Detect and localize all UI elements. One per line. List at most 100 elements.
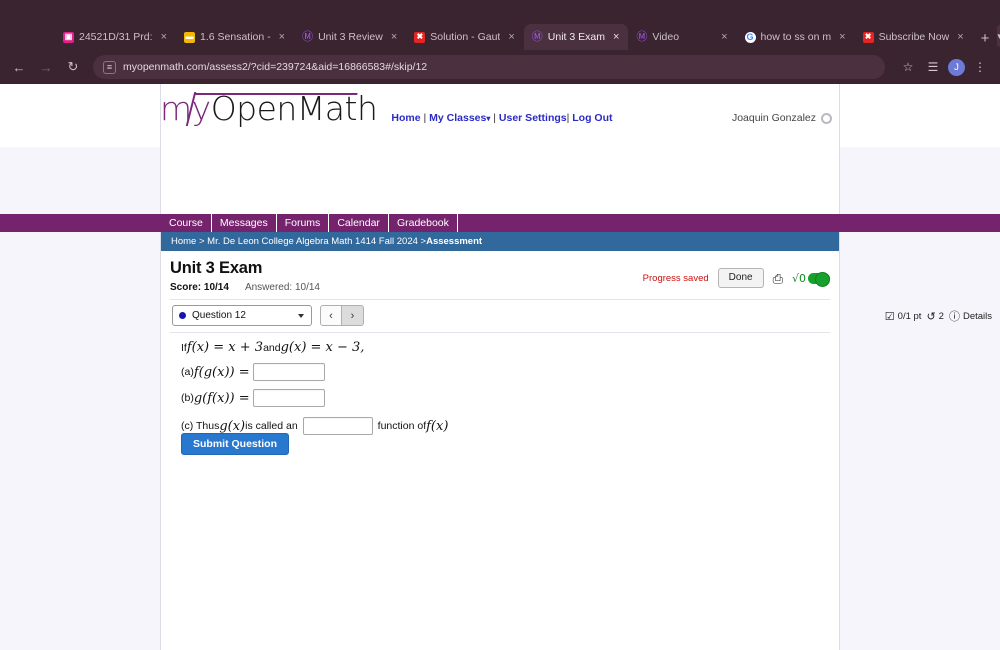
points-meta: ☑ 0/1 pt (885, 310, 922, 323)
answer-input-c[interactable] (302, 417, 373, 435)
score-value: 10/14 (203, 282, 229, 293)
details-link[interactable]: ⓘ Details (949, 308, 992, 324)
purple-nav-background (0, 214, 1000, 232)
browser-tab[interactable]: ▣ 24521D/31 Prd: × (55, 24, 176, 50)
part-c-suffix: function of (377, 420, 427, 432)
profile-avatar[interactable]: J (948, 58, 965, 76)
back-icon[interactable]: ← (8, 56, 30, 78)
attempts-meta: ↺ 2 (926, 310, 944, 323)
note-icon: ▬ (184, 31, 195, 43)
tab-title: Video (652, 31, 680, 43)
part-b-label: (b) (181, 392, 194, 404)
done-button[interactable]: Done (717, 268, 764, 288)
site-nav-tabs: Course Messages Forums Calendar Gradeboo… (160, 214, 458, 232)
prompt-function-f: f(x) = x + 3 (186, 340, 264, 355)
math-preview-toggle[interactable]: √0 (791, 271, 830, 287)
close-icon[interactable]: × (718, 31, 730, 43)
nav-tab-gradebook[interactable]: Gradebook (389, 214, 458, 232)
mathjax-icon: Ⓜ (302, 30, 314, 43)
extensions-icon[interactable]: ☰ (923, 57, 943, 77)
new-tab-button[interactable]: + (973, 31, 998, 46)
myopenmath-logo[interactable]: myOpenMath (160, 92, 378, 126)
close-icon[interactable]: × (158, 31, 170, 43)
breadcrumb-path[interactable]: Home > Mr. De Leon College Algebra Math … (171, 236, 426, 247)
logo-bar-decoration (194, 93, 358, 95)
gear-icon[interactable] (821, 112, 832, 124)
details-text: Details (962, 310, 992, 322)
answer-input-b[interactable] (252, 389, 325, 407)
assessment-header-actions: Progress saved Done ⎙ √0 (643, 268, 830, 288)
info-icon: ⓘ (948, 311, 960, 323)
nav-link-my-classes[interactable]: My Classes (429, 112, 486, 124)
browser-toolbar: ← → ↻ ≡ myopenmath.com/assess2/?cid=2397… (0, 50, 1000, 84)
site-info-icon[interactable]: ≡ (103, 60, 116, 74)
tab-title: Subscribe Now (878, 31, 950, 43)
browser-tab[interactable]: ✖ Subscribe Now × (855, 24, 973, 50)
browser-chrome: ▣ 24521D/31 Prd: × ▬ 1.6 Sensation - × Ⓜ… (0, 0, 1000, 84)
header-nav: Home | My Classes▾ | User Settings| Log … (391, 112, 613, 124)
nav-tab-messages[interactable]: Messages (212, 214, 277, 232)
attempts-text: 2 (938, 310, 944, 322)
nav-tab-calendar[interactable]: Calendar (329, 214, 389, 232)
print-icon[interactable]: ⎙ (773, 272, 783, 285)
breadcrumb: Home > Mr. De Leon College Algebra Math … (161, 232, 839, 251)
gauth-icon: ✖ (414, 31, 426, 43)
question-part-b: (b) g(f(x)) = (181, 389, 821, 407)
prompt-function-g: g(x) = x − 3, (280, 340, 365, 355)
chevron-down-icon[interactable] (298, 313, 304, 318)
close-icon[interactable]: × (505, 31, 517, 43)
question-nav: Question 12 ‹ › (172, 305, 364, 326)
question-arrows: ‹ › (320, 305, 364, 326)
gauth-icon: ✖ (862, 31, 874, 43)
bookmark-star-icon[interactable]: ☆ (898, 57, 918, 77)
retry-icon: ↺ (926, 310, 936, 323)
answer-input-a[interactable] (252, 363, 325, 381)
nav-link-user-settings[interactable]: User Settings (499, 112, 567, 124)
tab-title: 24521D/31 Prd: (79, 31, 153, 43)
prev-question-button[interactable]: ‹ (320, 305, 342, 326)
submit-question-button[interactable]: Submit Question (181, 433, 289, 455)
question-body: If f(x) = x + 3 and g(x) = x − 3, (a) f(… (181, 340, 821, 443)
forward-icon[interactable]: → (35, 56, 57, 78)
question-status-dot (179, 312, 186, 319)
question-select[interactable]: Question 12 (172, 305, 312, 326)
user-block: Joaquin Gonzalez (732, 112, 832, 124)
question-select-label: Question 12 (192, 310, 246, 321)
user-name: Joaquin Gonzalez (731, 112, 816, 124)
part-a-expression: f(g(x)) = (193, 364, 250, 380)
nav-tab-forums[interactable]: Forums (277, 214, 330, 232)
close-icon[interactable]: × (836, 31, 848, 43)
score-label: Score: (170, 282, 202, 293)
address-bar[interactable]: ≡ myopenmath.com/assess2/?cid=239724&aid… (93, 55, 885, 79)
browser-tab[interactable]: Ⓜ Unit 3 Review × (294, 24, 406, 50)
next-question-button[interactable]: › (342, 305, 364, 326)
reload-icon[interactable]: ↻ (62, 56, 84, 78)
nav-link-log-out[interactable]: Log Out (572, 112, 612, 124)
address-bar-url: myopenmath.com/assess2/?cid=239724&aid=1… (123, 61, 428, 73)
browser-tab[interactable]: Ⓜ Video × (628, 24, 736, 50)
checkbox-icon: ☑ (884, 310, 895, 323)
browser-menu-icon[interactable]: ⋮ (970, 57, 990, 77)
nav-link-home[interactable]: Home (391, 112, 420, 124)
browser-tab[interactable]: ✖ Solution - Gaut × (406, 24, 523, 50)
assessment-header: Unit 3 Exam Score: 10/14 Answered: 10/14… (170, 259, 830, 293)
close-icon[interactable]: × (276, 31, 288, 43)
tab-title: 1.6 Sensation - (200, 31, 271, 43)
mathjax-icon: Ⓜ (531, 30, 543, 43)
square-root-icon: √0 (791, 271, 806, 285)
part-c-mid: is called an (245, 420, 298, 432)
progress-saved-status: Progress saved (642, 272, 709, 284)
google-icon: G (744, 31, 756, 43)
close-icon[interactable]: × (610, 31, 622, 43)
divider (170, 332, 830, 333)
part-c-function-g: g(x) (219, 418, 246, 434)
nav-tab-course[interactable]: Course (160, 214, 212, 232)
browser-tab[interactable]: ▬ 1.6 Sensation - × (176, 24, 294, 50)
browser-tab[interactable]: G how to ss on m × (737, 24, 855, 50)
close-icon[interactable]: × (954, 31, 966, 43)
breadcrumb-current: Assessment (426, 236, 483, 247)
toggle-switch[interactable] (808, 271, 830, 287)
mathjax-icon: Ⓜ (636, 30, 648, 43)
close-icon[interactable]: × (388, 31, 400, 43)
browser-tab-active[interactable]: Ⓜ Unit 3 Exam × (523, 24, 629, 50)
